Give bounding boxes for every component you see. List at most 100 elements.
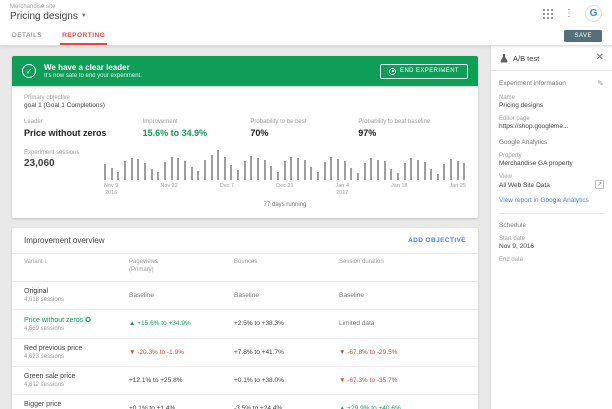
- duration-cell: ▲ +29.9% to +40.6%: [339, 405, 466, 409]
- open-in-new-icon[interactable]: ↗: [595, 180, 604, 189]
- edit-pencil-icon[interactable]: ✎: [597, 79, 604, 88]
- axis-tick: Jan 42017: [336, 183, 349, 197]
- bounces-cell: +2.5% to +38.3%: [234, 320, 339, 327]
- sort-descending-icon[interactable]: ↓: [44, 259, 47, 265]
- sessions-chart-column: Nov 92016 Nov 22 Dec 7 Dec 21 Jan 42017 …: [104, 150, 466, 208]
- experiment-info-section: Experiment information ✎ Name Pricing de…: [491, 71, 612, 264]
- leader-star-icon: ✪: [85, 317, 91, 324]
- variant-name: Red previous price: [24, 345, 129, 352]
- table-row: Original 4,618 sessions Baseline Baselin…: [12, 282, 478, 310]
- tab-details[interactable]: DETAILS: [10, 27, 44, 45]
- name-value: Pricing designs: [499, 102, 604, 109]
- bounces-cell: Baseline: [234, 292, 339, 299]
- end-experiment-button[interactable]: END EXPERIMENT: [380, 64, 468, 79]
- google-analytics-section-label: Google Analytics: [499, 139, 604, 146]
- improvement-header: Improvement overview ADD OBJECTIVE: [12, 228, 478, 253]
- sessions-bar-chart: [104, 150, 466, 180]
- experiment-info-label: Experiment information: [499, 80, 566, 87]
- primary-objective-label: Primary objective: [24, 95, 466, 101]
- variant-sessions: 4,623 sessions: [24, 354, 129, 360]
- check-circle-icon: ✓: [22, 64, 36, 78]
- chevron-down-icon: ▼: [81, 13, 87, 20]
- leader-banner: ✓ We have a clear leader It's now safe t…: [12, 56, 478, 86]
- axis-tick: Jan 18: [391, 183, 408, 197]
- details-sidebar: A/B test ✕ Experiment information ✎ Name…: [490, 46, 612, 409]
- tab-reporting[interactable]: REPORTING: [60, 27, 107, 45]
- improvement-overview-card: Improvement overview ADD OBJECTIVE Varia…: [12, 228, 478, 409]
- view-value: All Web Site Data: [499, 182, 591, 189]
- editor-page-value[interactable]: https://shop.googleme...: [499, 123, 604, 130]
- chart-axis: Nov 92016 Nov 22 Dec 7 Dec 21 Jan 42017 …: [104, 183, 466, 197]
- sessions-label: Experiment sessions: [24, 150, 104, 156]
- column-bounces: Bounces: [234, 259, 339, 275]
- summary-card: Primary objective goal 1 (Goal 1 Complet…: [12, 86, 478, 218]
- record-circle-icon: [389, 68, 396, 75]
- site-label: Merchandise site: [10, 4, 87, 11]
- duration-cell: ▼ -67.3% to -35.7%: [339, 377, 466, 384]
- experiment-title-dropdown[interactable]: Pricing designs ▼: [10, 11, 87, 23]
- add-objective-button[interactable]: ADD OBJECTIVE: [408, 237, 466, 244]
- start-date-label: Start date: [499, 236, 604, 242]
- duration-cell: ▼ -67.8% to -29.5%: [339, 349, 466, 356]
- bounces-cell: +7.8% to +41.7%: [234, 349, 339, 356]
- axis-tick: Dec 7: [220, 183, 234, 197]
- column-session-duration: Session duration: [339, 259, 466, 275]
- banner-subtitle: It's now safe to end your experiment.: [44, 73, 142, 79]
- overflow-menu-icon[interactable]: ⋮: [564, 8, 574, 19]
- flask-icon: [499, 53, 509, 63]
- metric-value: 97%: [358, 128, 466, 138]
- variant-cell: Price without zeros✪ 4,669 sessions: [24, 316, 129, 332]
- name-label: Name: [499, 95, 604, 101]
- table-row: Bigger price 4,598 sessions +0.1% to +1.…: [12, 395, 478, 409]
- variant-cell: Bigger price 4,598 sessions: [24, 401, 129, 409]
- metric-probability-baseline: Probability to beat baseline 97%: [358, 119, 466, 138]
- tab-bar: DETAILS REPORTING SAVE: [0, 27, 612, 46]
- google-account-avatar[interactable]: G: [585, 5, 602, 22]
- close-icon[interactable]: ✕: [596, 53, 604, 63]
- table-row: Red previous price 4,623 sessions ▼ -20.…: [12, 339, 478, 367]
- axis-tick: Dec 21: [276, 183, 293, 197]
- table-row: Price without zeros✪ 4,669 sessions ▲ +1…: [12, 310, 478, 339]
- pageviews-cell: Baseline: [129, 292, 234, 299]
- variant-sessions: 4,669 sessions: [24, 326, 129, 332]
- metrics-row: Leader Price without zeros Improvement 1…: [24, 119, 466, 138]
- top-bar: Merchandise site Pricing designs ▼ ⋮ G: [0, 0, 612, 27]
- metric-value: Price without zeros: [24, 128, 143, 138]
- metric-label: Probability to be best: [250, 119, 358, 125]
- bounces-cell: -3.5% to +24.4%: [234, 405, 339, 409]
- variant-name: Price without zeros✪: [24, 316, 129, 324]
- end-experiment-label: END EXPERIMENT: [400, 68, 459, 74]
- pageviews-cell: ▼ -20.3% to -1.9%: [129, 349, 234, 356]
- metric-label: Leader: [24, 119, 143, 125]
- variant-name: Original: [24, 288, 129, 295]
- axis-tick: Nov 92016: [104, 183, 118, 197]
- axis-tick: Jan 25: [449, 183, 466, 197]
- start-date-value: Nov 9, 2016: [499, 243, 604, 250]
- variant-cell: Green sale price 4,612 sessions: [24, 373, 129, 388]
- metric-label: Probability to beat baseline: [358, 119, 466, 125]
- metric-label: Improvement: [143, 119, 251, 125]
- editor-page-label: Editor page: [499, 116, 604, 122]
- experiment-info-title-row: Experiment information ✎: [499, 79, 604, 88]
- bounces-cell: +0.1% to +38.0%: [234, 377, 339, 384]
- content-area: ✓ We have a clear leader It's now safe t…: [0, 46, 612, 409]
- pageviews-cell: ▲ +15.6% to +34.9%: [129, 320, 234, 327]
- axis-tick: Nov 22: [160, 183, 177, 197]
- variant-sessions: 4,612 sessions: [24, 382, 129, 388]
- sidebar-title: A/B test: [513, 54, 539, 63]
- variant-name: Green sale price: [24, 373, 129, 380]
- variant-cell: Original 4,618 sessions: [24, 288, 129, 303]
- variant-cell: Red previous price 4,623 sessions: [24, 345, 129, 360]
- view-ga-report-link[interactable]: View report in Google Analytics: [499, 197, 604, 204]
- end-date-label: End date: [499, 257, 604, 263]
- save-button[interactable]: SAVE: [564, 30, 602, 42]
- report-main: ✓ We have a clear leader It's now safe t…: [0, 46, 490, 409]
- variant-name: Bigger price: [24, 401, 129, 408]
- metric-value: 15.6% to 34.9%: [143, 128, 251, 138]
- metric-value: 70%: [250, 128, 358, 138]
- pageviews-cell: +12.1% to +25.8%: [129, 377, 234, 384]
- duration-cell: Baseline: [339, 292, 466, 299]
- table-header: Variant ↓ Pageviews (Primary) Bounces Se…: [12, 253, 478, 282]
- apps-grid-icon[interactable]: [543, 9, 553, 19]
- sessions-section: Experiment sessions 23,060 Nov 92016 Nov…: [24, 150, 466, 208]
